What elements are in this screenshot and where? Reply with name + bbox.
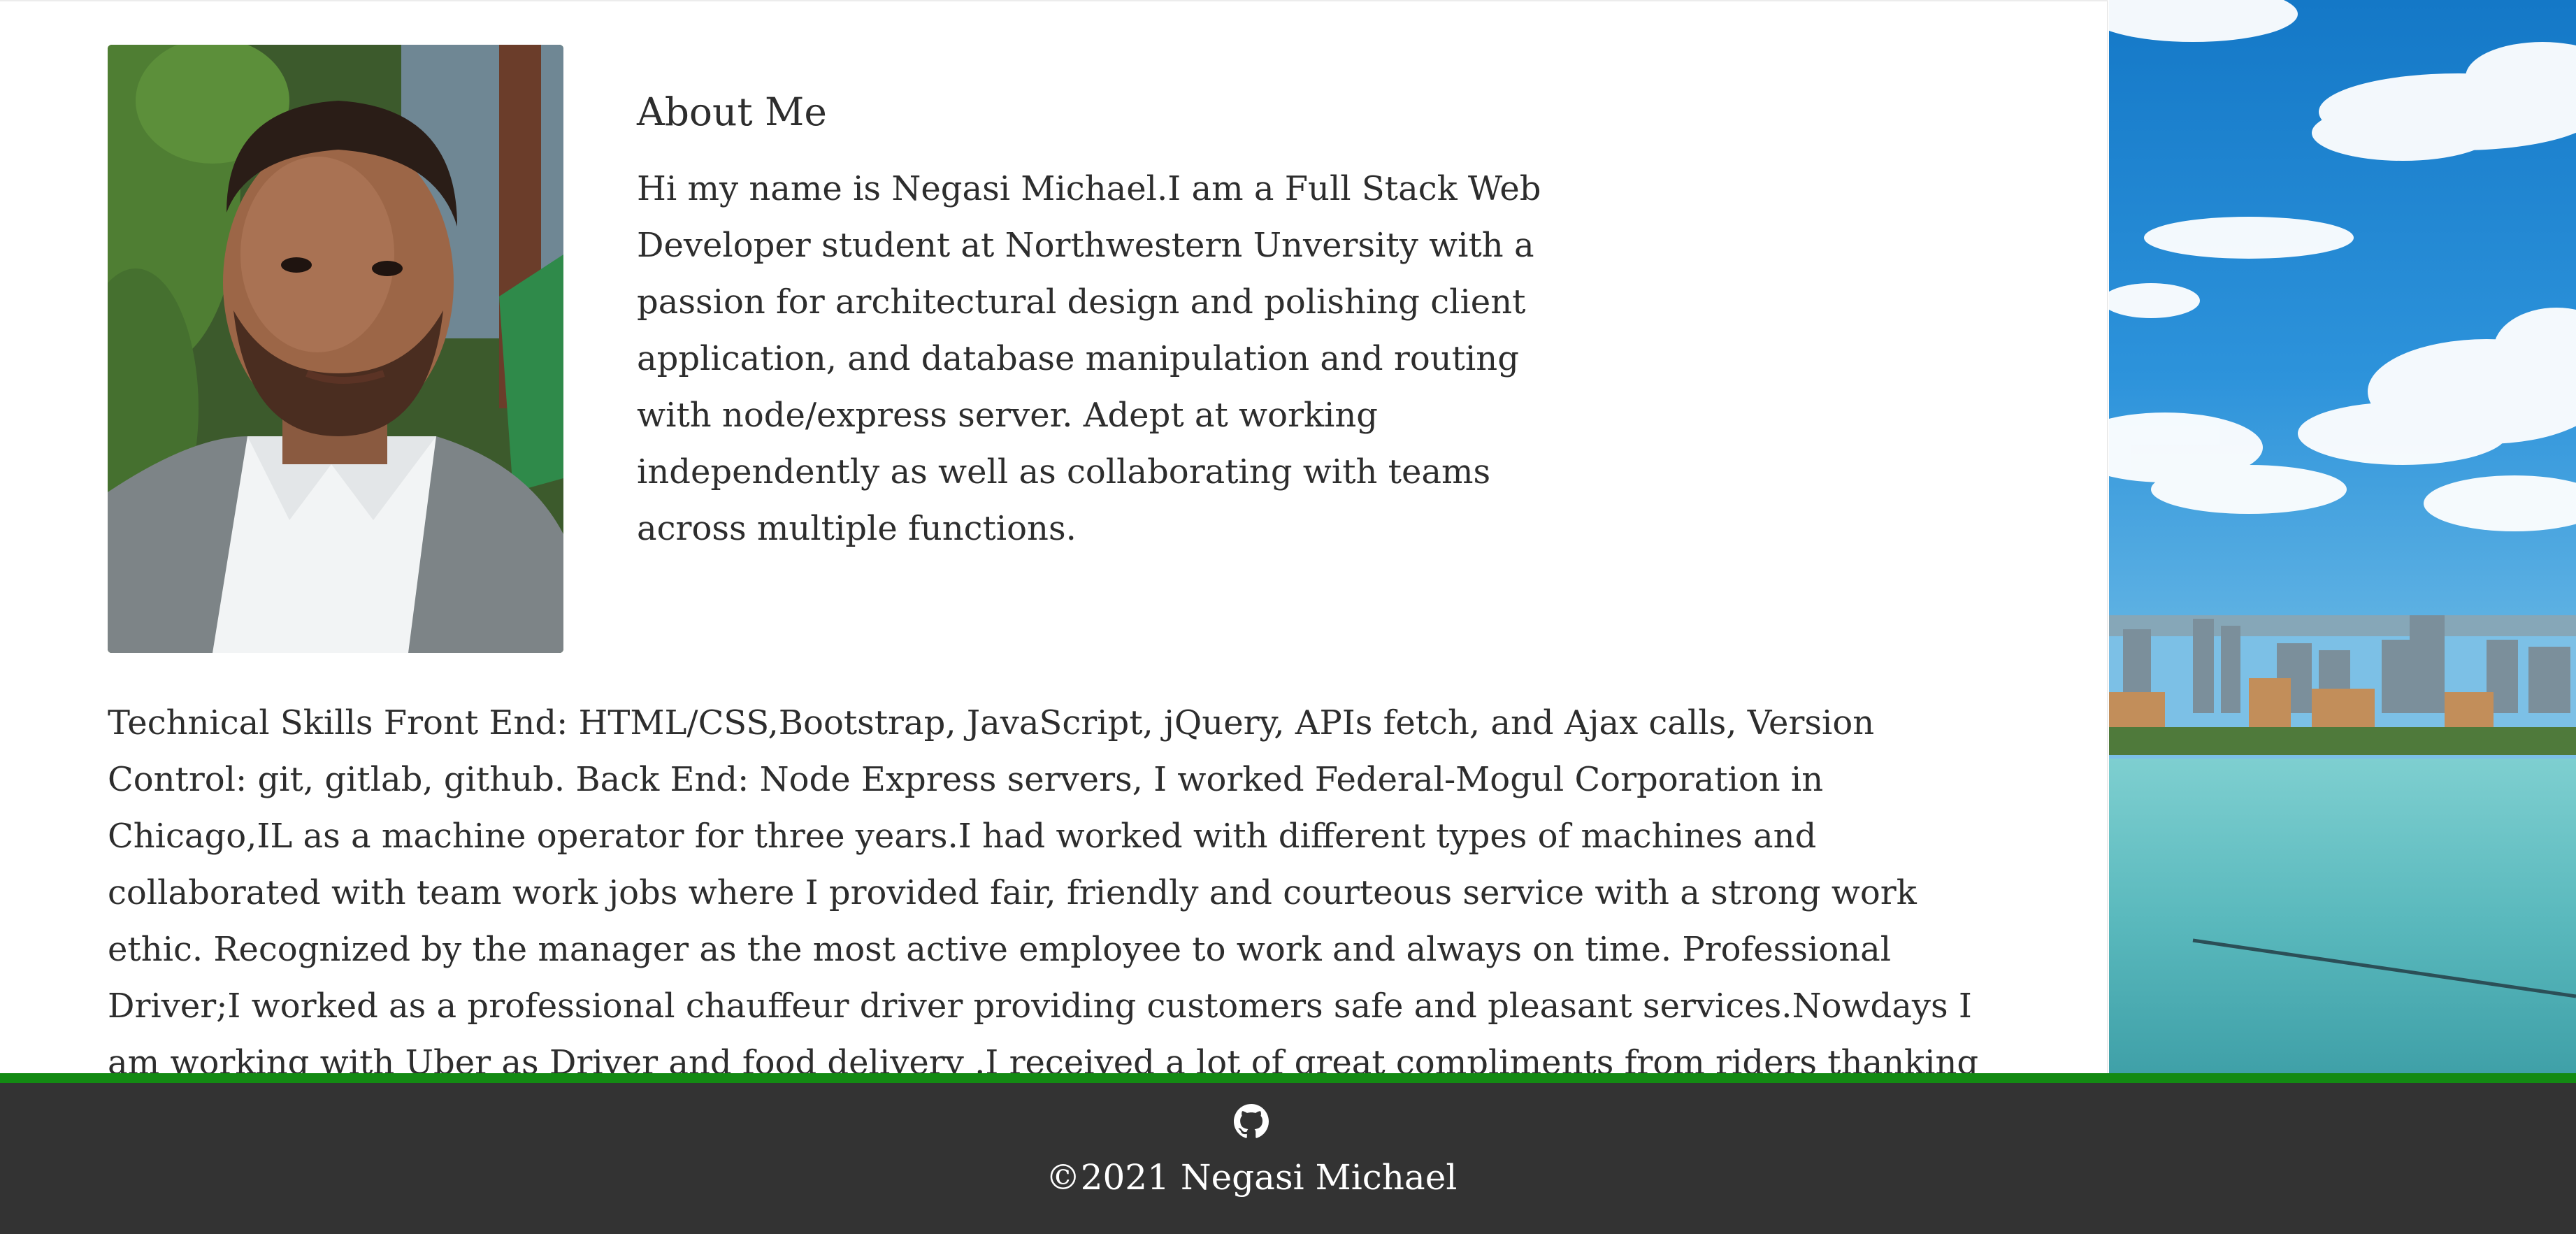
github-icon	[1234, 1104, 1269, 1139]
page-footer: ©2021 Negasi Michael	[0, 1073, 2576, 1234]
about-card: About Me Hi my name is Negasi Michael.I …	[0, 0, 2108, 1080]
skills-description: Technical Skills Front End: HTML/CSS,Boo…	[108, 703, 1979, 1080]
copyright-text: ©2021 Negasi Michael	[1045, 1157, 1458, 1198]
profile-photo	[108, 45, 563, 653]
github-link[interactable]	[1234, 1104, 1269, 1139]
about-heading: About Me	[637, 89, 827, 134]
background-skyline-image	[2109, 0, 2576, 1080]
about-description: Hi my name is Negasi Michael.I am a Full…	[637, 169, 1541, 548]
